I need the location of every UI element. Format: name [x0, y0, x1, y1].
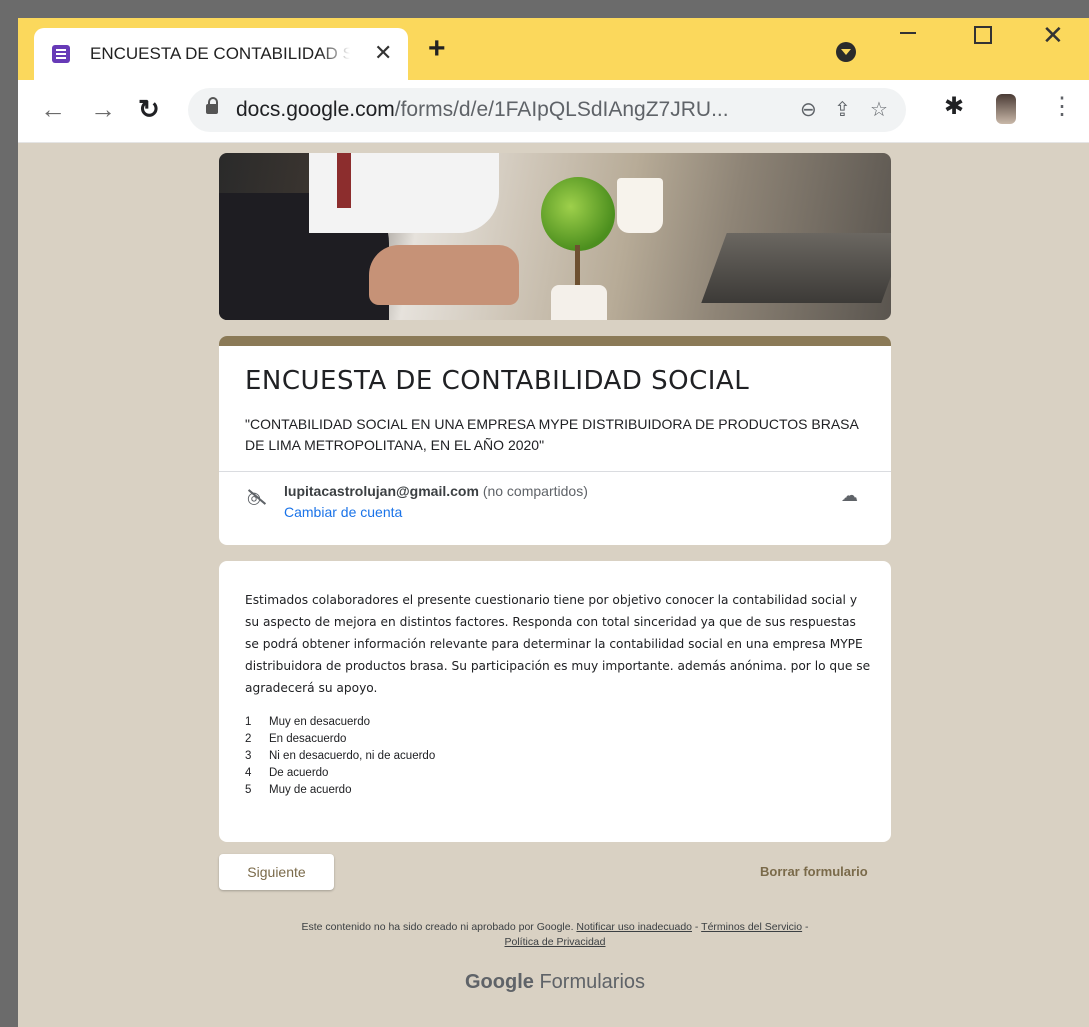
banner-tie	[337, 153, 351, 208]
privacy-link[interactable]: Política de Privacidad	[505, 936, 606, 948]
banner-hand	[369, 245, 519, 305]
active-tab[interactable]: ENCUESTA DE CONTABILIDAD SOCIAL ✕	[34, 28, 408, 80]
terms-link[interactable]: Términos del Servicio	[701, 921, 802, 933]
next-button[interactable]: Siguiente	[219, 854, 334, 890]
tab-strip: ENCUESTA DE CONTABILIDAD SOCIAL ✕ + ✕	[18, 18, 1089, 80]
screenshot-frame: ENCUESTA DE CONTABILIDAD SOCIAL ✕ + ✕ ← …	[0, 0, 1089, 1027]
scale-label: En desacuerdo	[269, 733, 347, 745]
close-tab-icon[interactable]: ✕	[374, 40, 392, 66]
forward-icon[interactable]: →	[90, 94, 116, 125]
scale-item: 2 En desacuerdo	[245, 731, 435, 748]
scale-label: Muy en desacuerdo	[269, 716, 371, 728]
extensions-icon[interactable]: ✱	[944, 92, 964, 121]
banner-cup	[617, 178, 663, 233]
scale-item: 1 Muy en desacuerdo	[245, 714, 435, 731]
url-text: docs.google.com/forms/d/e/1FAIpQLSdIAngZ…	[236, 98, 729, 122]
menu-kebab-icon[interactable]: ⋮	[1050, 92, 1074, 121]
header-accent-bar	[219, 336, 891, 346]
scale-item: 3 Ni en desacuerdo, ni de acuerdo	[245, 748, 435, 765]
header-image	[219, 153, 891, 320]
new-tab-button[interactable]: +	[428, 32, 446, 66]
banner-pot	[551, 285, 607, 320]
profile-avatar[interactable]	[996, 94, 1016, 124]
url-host: docs.google.com	[236, 98, 395, 121]
account-info: lupitacastrolujan@gmail.com (no comparti…	[284, 483, 588, 499]
footer-disclaimer: Este contenido no ha sido creado ni apro…	[301, 921, 809, 948]
scale-number: 5	[245, 784, 252, 796]
page-content: ENCUESTA DE CONTABILIDAD SOCIAL "CONTABI…	[18, 143, 1089, 1027]
account-email: lupitacastrolujan@gmail.com	[284, 483, 479, 499]
banner-tree	[541, 177, 615, 251]
brand-product: Formularios	[539, 971, 646, 993]
browser-toolbar: ← → ↻ docs.google.com/forms/d/e/1FAIpQLS…	[18, 80, 1089, 143]
bookmark-star-icon[interactable]: ☆	[870, 97, 888, 122]
close-window-button[interactable]: ✕	[1042, 20, 1064, 51]
lock-icon[interactable]	[206, 97, 218, 114]
reload-icon[interactable]: ↻	[138, 94, 160, 125]
cloud-done-icon: ☁	[841, 486, 858, 505]
address-bar[interactable]: docs.google.com/forms/d/e/1FAIpQLSdIAngZ…	[188, 88, 906, 132]
divider	[219, 471, 891, 472]
report-abuse-link[interactable]: Notificar uso inadecuado	[576, 921, 692, 933]
scale-label: De acuerdo	[269, 767, 329, 779]
eye-off-icon: ◎	[247, 490, 261, 507]
scale-number: 1	[245, 716, 252, 728]
scale-label: Ni en desacuerdo, ni de acuerdo	[269, 750, 436, 762]
back-icon[interactable]: ←	[40, 94, 66, 125]
scale-list: 1 Muy en desacuerdo 2 En desacuerdo 3 Ni en…	[245, 714, 435, 799]
scale-number: 3	[245, 750, 252, 762]
google-forms-logo[interactable]: Google Formularios	[219, 971, 891, 994]
form-header-card: ENCUESTA DE CONTABILIDAD SOCIAL "CONTABI…	[219, 336, 891, 545]
scale-item: 5 Muy de acuerdo	[245, 782, 435, 799]
intro-section-card: Estimados colaboradores el presente cues…	[219, 561, 891, 842]
scale-item: 4 De acuerdo	[245, 765, 435, 782]
scale-number: 4	[245, 767, 252, 779]
form-title: ENCUESTA DE CONTABILIDAD SOCIAL	[245, 366, 750, 396]
browser-window: ENCUESTA DE CONTABILIDAD SOCIAL ✕ + ✕ ← …	[18, 18, 1089, 1027]
maximize-button[interactable]	[974, 26, 992, 44]
tab-title: ENCUESTA DE CONTABILIDAD SOCIAL	[90, 44, 350, 64]
switch-account-link[interactable]: Cambiar de cuenta	[284, 504, 402, 520]
form-description: "CONTABILIDAD SOCIAL EN UNA EMPRESA MYPE…	[245, 416, 859, 453]
intro-text: Estimados colaboradores el presente cues…	[245, 593, 871, 695]
brand-google: Google	[464, 971, 534, 993]
zoom-icon[interactable]: ⊖	[800, 97, 817, 122]
banner-laptop	[701, 233, 891, 303]
banner-trunk	[575, 245, 580, 290]
google-forms-icon	[52, 45, 70, 63]
share-icon[interactable]: ⇪	[834, 97, 851, 122]
clear-form-button[interactable]: Borrar formulario	[760, 864, 868, 879]
scale-number: 2	[245, 733, 252, 745]
minimize-button[interactable]	[900, 32, 916, 34]
scale-label: Muy de acuerdo	[269, 784, 352, 796]
account-note: (no compartidos)	[482, 483, 588, 499]
tab-search-icon[interactable]	[836, 42, 856, 62]
disclaimer-text: Este contenido no ha sido creado ni apro…	[301, 921, 574, 933]
url-path: /forms/d/e/1FAIpQLSdIAngZ7JRU...	[394, 98, 729, 121]
